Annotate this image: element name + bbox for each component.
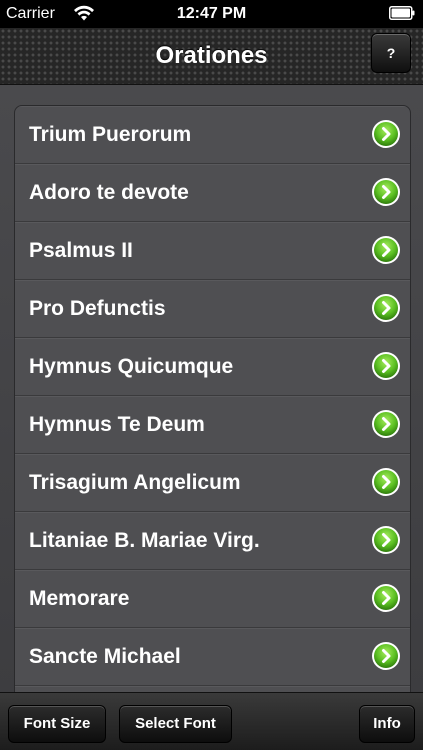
chevron-right-circle-icon[interactable] xyxy=(371,467,401,497)
battery-icon xyxy=(389,6,415,20)
bottom-toolbar: Font Size Select Font Info xyxy=(0,692,423,750)
help-button[interactable]: ? xyxy=(371,33,411,73)
list-item[interactable] xyxy=(15,685,410,692)
chevron-right-circle-icon[interactable] xyxy=(371,235,401,265)
prayer-list: Trium Puerorum Adoro te devote Psalmus II P… xyxy=(14,105,411,692)
list-item[interactable]: Adoro te devote xyxy=(15,163,410,221)
list-item[interactable]: Hymnus Te Deum xyxy=(15,395,410,453)
list-item-label: Trisagium Angelicum xyxy=(29,471,241,494)
list-item-label: Adoro te devote xyxy=(29,181,189,204)
font-size-button[interactable]: Font Size xyxy=(8,705,106,743)
chevron-right-circle-icon[interactable] xyxy=(371,525,401,555)
list-item-label: Hymnus Quicumque xyxy=(29,355,234,378)
list-item[interactable]: Litaniae B. Mariae Virg. xyxy=(15,511,410,569)
chevron-right-circle-icon[interactable] xyxy=(371,641,401,671)
app-screen: Carrier 12:47 PM Orationes ? Trium Puero… xyxy=(0,0,423,750)
list-item-label: Memorare xyxy=(29,587,130,610)
list-item-label: Pro Defunctis xyxy=(29,297,166,320)
list-item[interactable]: Psalmus II xyxy=(15,221,410,279)
chevron-right-circle-icon[interactable] xyxy=(371,583,401,613)
chevron-right-circle-icon[interactable] xyxy=(371,409,401,439)
status-bar: Carrier 12:47 PM xyxy=(0,0,423,28)
info-button[interactable]: Info xyxy=(359,705,415,743)
list-item[interactable]: Trisagium Angelicum xyxy=(15,453,410,511)
list-item-label: Sancte Michael xyxy=(29,645,181,668)
list-item[interactable]: Trium Puerorum xyxy=(15,106,410,163)
status-time: 12:47 PM xyxy=(176,5,247,22)
navigation-bar: Orationes ? xyxy=(0,28,423,85)
select-font-button[interactable]: Select Font xyxy=(119,705,232,743)
list-item-label: Trium Puerorum xyxy=(29,123,192,146)
list-item-label: Hymnus Te Deum xyxy=(29,413,205,436)
chevron-right-circle-icon[interactable] xyxy=(371,351,401,381)
list-item-label: Psalmus II xyxy=(29,239,133,262)
chevron-right-circle-icon[interactable] xyxy=(371,119,401,149)
list-item[interactable]: Sancte Michael xyxy=(15,627,410,685)
content-area[interactable]: Trium Puerorum Adoro te devote Psalmus II P… xyxy=(0,85,423,692)
list-item[interactable]: Memorare xyxy=(15,569,410,627)
page-title: Orationes xyxy=(155,42,268,69)
chevron-right-circle-icon[interactable] xyxy=(371,177,401,207)
list-item[interactable]: Hymnus Quicumque xyxy=(15,337,410,395)
list-item[interactable]: Pro Defunctis xyxy=(15,279,410,337)
chevron-right-circle-icon[interactable] xyxy=(371,293,401,323)
list-item-label: Litaniae B. Mariae Virg. xyxy=(29,529,260,552)
